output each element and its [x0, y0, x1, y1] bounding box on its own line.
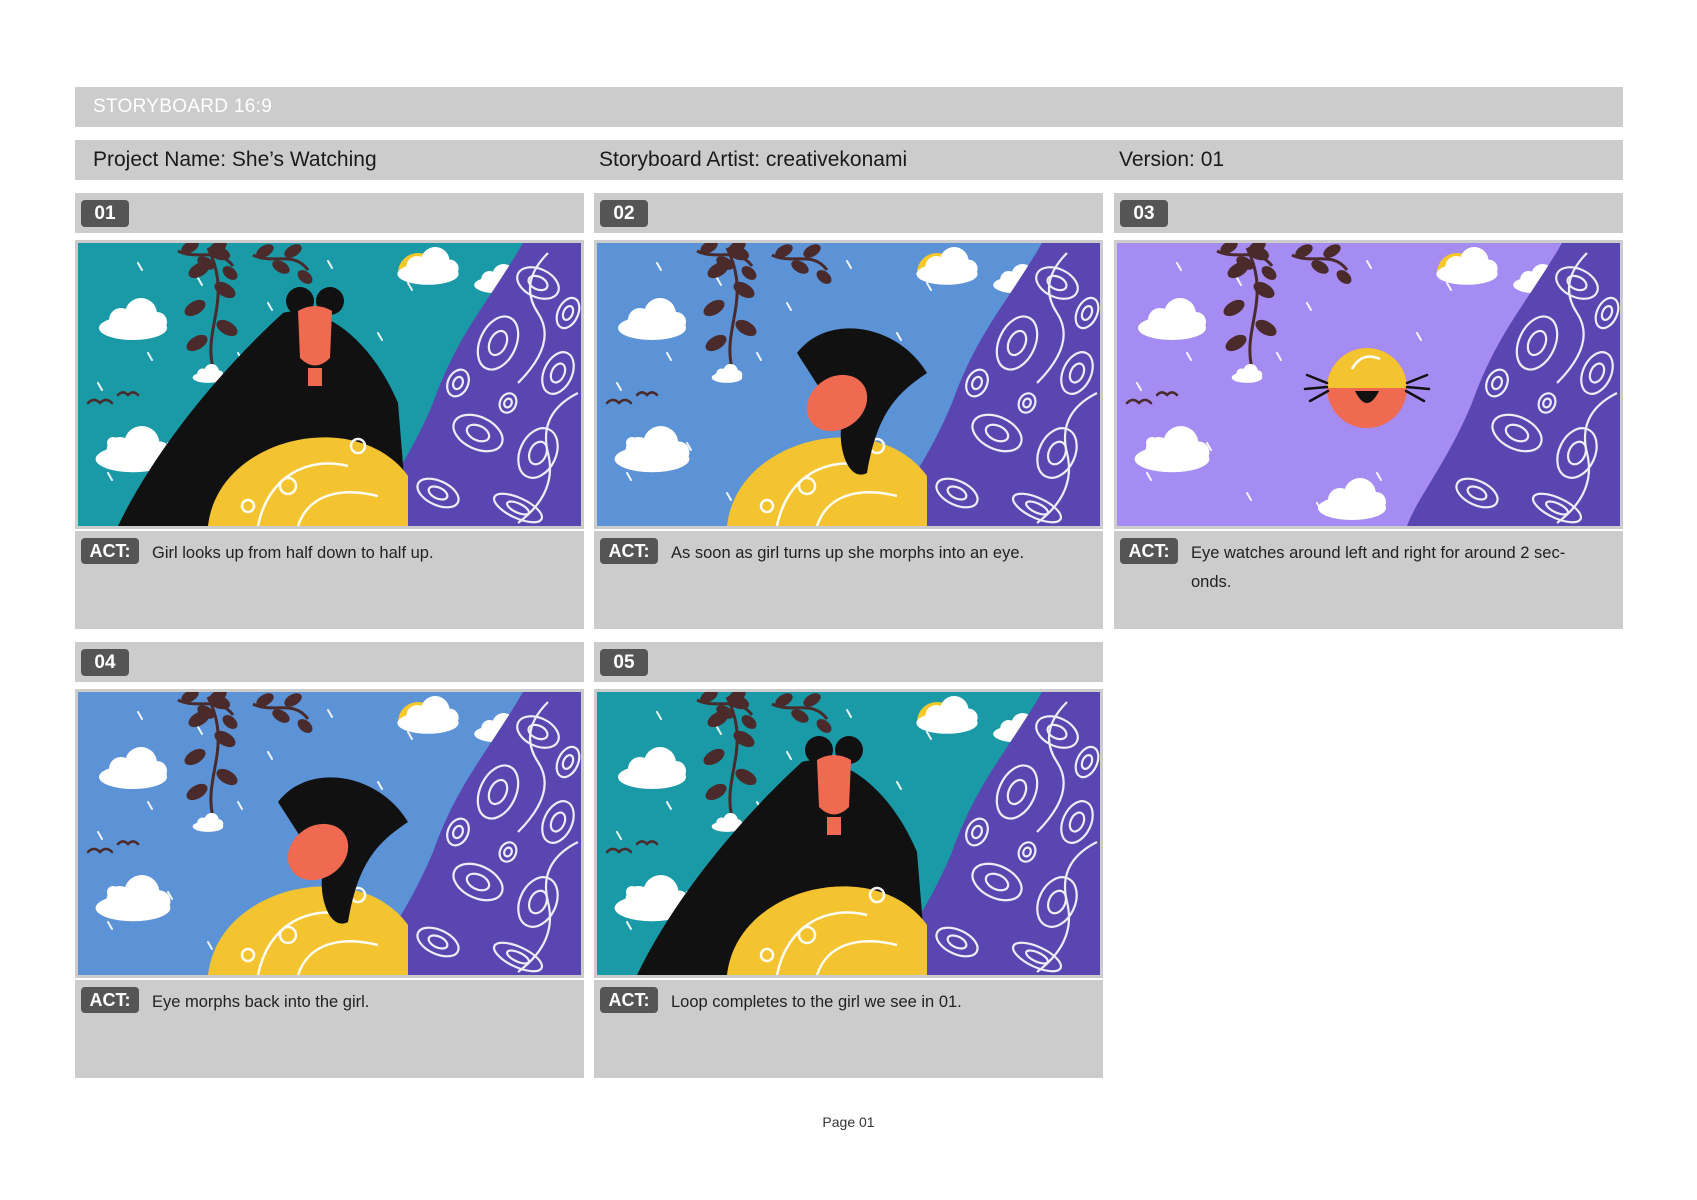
panel-header: 01: [75, 193, 584, 233]
panel-header: 04: [75, 642, 584, 682]
panel-frame: [594, 240, 1103, 529]
scene-illustration: [78, 243, 581, 526]
project-name: Project Name: She’s Watching: [93, 148, 377, 171]
panel-frame: [594, 689, 1103, 978]
panel-number-badge: 04: [81, 649, 129, 676]
panel-number-badge: 01: [81, 200, 129, 227]
action-text: Eye morphs back into the girl.: [152, 993, 370, 1011]
scene-illustration: [597, 243, 1100, 526]
storyboard-artist: Storyboard Artist: creativekonami: [599, 148, 908, 171]
panel-header: 03: [1114, 193, 1623, 233]
action-box: ACT: Girl looks up from half down to hal…: [75, 531, 584, 629]
panel-frame: [75, 689, 584, 978]
scene-illustration: [597, 692, 1100, 975]
panel-header: 02: [594, 193, 1103, 233]
act-badge: ACT:: [1120, 538, 1178, 564]
action-text: Loop completes to the girl we see in 01.: [671, 993, 962, 1011]
action-text: Eye watches around left and right for ar…: [1191, 544, 1566, 591]
scene-illustration: [78, 692, 581, 975]
action-text: As soon as girl turns up she morphs into…: [671, 544, 1025, 562]
storyboard-title: STORYBOARD 16:9: [93, 96, 273, 117]
project-info-bar: Project Name: She’s Watching Storyboard …: [75, 140, 1623, 180]
action-box: ACT: Loop completes to the girl we see i…: [594, 980, 1103, 1078]
act-badge: ACT:: [81, 538, 139, 564]
panel-frame: [1114, 240, 1623, 529]
panel-number-badge: 05: [600, 649, 648, 676]
action-box: ACT: Eye morphs back into the girl.: [75, 980, 584, 1078]
action-box: ACT: As soon as girl turns up she morphs…: [594, 531, 1103, 629]
scene-illustration: [1117, 243, 1620, 526]
page-number: Page 01: [822, 1114, 875, 1130]
act-badge: ACT:: [81, 987, 139, 1013]
action-text: Girl looks up from half down to half up.: [152, 544, 434, 562]
panel-number-badge: 02: [600, 200, 648, 227]
panel-number-badge: 03: [1120, 200, 1168, 227]
storyboard-title-bar: STORYBOARD 16:9: [75, 87, 1623, 127]
action-box: ACT: Eye watches around left and right f…: [1114, 531, 1623, 629]
act-badge: ACT:: [600, 987, 658, 1013]
panel-frame: [75, 240, 584, 529]
act-badge: ACT:: [600, 538, 658, 564]
version-label: Version: 01: [1119, 148, 1225, 171]
panel-header: 05: [594, 642, 1103, 682]
